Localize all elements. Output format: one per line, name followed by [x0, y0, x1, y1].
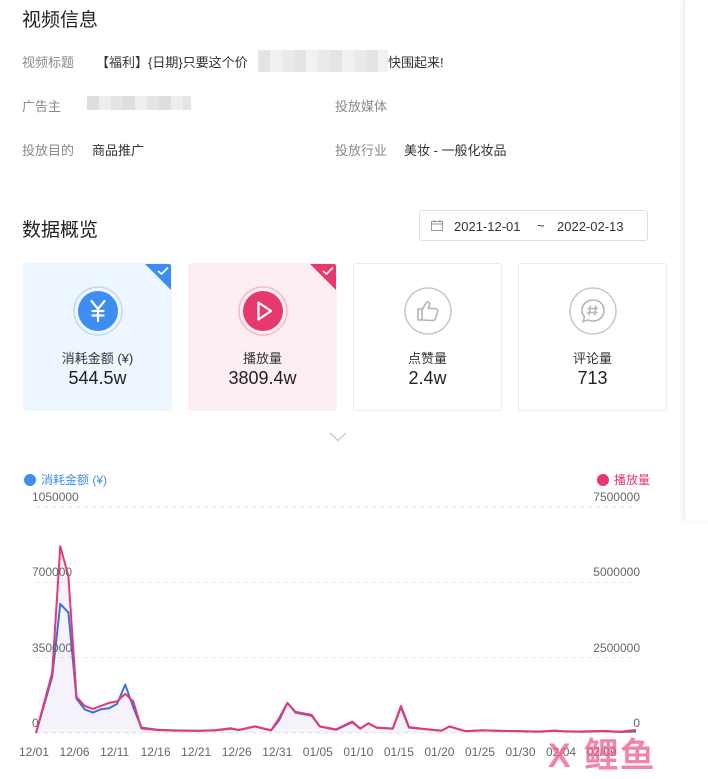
metric-label: 点赞量: [407, 351, 447, 366]
legend-spend: 消耗金额 (¥): [24, 471, 107, 488]
legend-plays-label: 播放量: [614, 473, 651, 487]
x-tick-label: 12/21: [181, 745, 212, 759]
metric-card-spend[interactable]: 消耗金额 (¥) 544.5w: [23, 263, 172, 411]
x-tick-label: 01/20: [424, 745, 455, 759]
x-tick-label: 01/15: [383, 745, 414, 759]
series-line-plays: [35, 545, 637, 734]
metric-label: 播放量: [242, 351, 282, 366]
check-icon: [322, 266, 334, 276]
redacted-advertiser-blur: [87, 96, 191, 110]
yuan-icon: [72, 286, 123, 336]
metric-card-likes[interactable]: 点赞量 2.4w: [353, 263, 502, 411]
metric-card-comments[interactable]: 评论量 713: [518, 263, 667, 411]
video-info-title: 视频信息: [22, 10, 99, 31]
comment-icon: [568, 287, 617, 335]
x-tick-label: 12/06: [59, 745, 90, 759]
side-panel-edge: [684, 0, 708, 521]
legend-spend-label: 消耗金额 (¥): [41, 473, 108, 487]
x-tick-label: 01/05: [302, 745, 333, 759]
x-tick-label: 01/25: [464, 745, 495, 759]
metric-value: 544.5w: [68, 368, 127, 388]
metric-label: 评论量: [572, 351, 612, 366]
series-area: [36, 546, 636, 733]
purpose-value: 商品推广: [92, 143, 145, 158]
metric-value: 2.4w: [408, 368, 447, 388]
play-icon: [597, 474, 609, 486]
selected-corner: [145, 264, 171, 290]
x-tick-label: 01/30: [505, 745, 536, 759]
calendar-icon: [431, 220, 443, 231]
date-start[interactable]: 2021-12-01: [454, 219, 521, 234]
video-title-prefix: 【福利】{日期}只要这个价: [96, 55, 248, 70]
advertiser-label: 广告主: [22, 99, 62, 114]
industry-value: 美妆 - 一般化妆品: [404, 143, 507, 158]
date-end[interactable]: 2022-02-13: [557, 219, 624, 234]
metric-value: 3809.4w: [228, 368, 297, 388]
series-line-spend: [35, 602, 637, 734]
check-icon: [157, 266, 169, 276]
y-right-tick-label: 5000000: [593, 565, 640, 580]
x-tick-label: 12/26: [221, 745, 252, 759]
watermark: X 鲤鱼: [548, 737, 657, 775]
y-right-tick-label: 7500000: [593, 490, 640, 504]
x-tick-label: 12/01: [19, 745, 50, 759]
y-right-tick-label: 2500000: [593, 640, 640, 655]
date-separator: ~: [537, 218, 545, 233]
legend-plays: 播放量: [597, 471, 650, 488]
y-left-tick-label: 700000: [32, 565, 73, 580]
thumbs-up-icon: [403, 287, 452, 335]
redacted-title-blur: [258, 50, 388, 72]
x-tick-label: 12/16: [140, 745, 171, 759]
y-left-tick-label: 1050000: [32, 490, 79, 504]
x-tick-label: 12/11: [100, 745, 130, 759]
play-icon: [237, 286, 288, 336]
metric-label: 消耗金额 (¥): [61, 351, 134, 366]
metric-card-plays[interactable]: 播放量 3809.4w: [188, 263, 337, 411]
selected-corner: [310, 264, 336, 290]
media-label: 投放媒体: [335, 99, 388, 114]
x-tick-label: 12/31: [262, 745, 293, 759]
purpose-label: 投放目的: [22, 143, 75, 158]
date-range-picker[interactable]: 2021-12-01 ~ 2022-02-13: [419, 210, 648, 241]
y-left-tick-label: 0: [32, 716, 39, 730]
expand-chevron-icon[interactable]: [329, 432, 347, 442]
x-tick-label: 01/10: [343, 745, 374, 759]
y-left-tick-label: 350000: [32, 640, 73, 655]
video-title-label: 视频标题: [22, 55, 75, 70]
metric-value: 713: [577, 368, 608, 388]
industry-label: 投放行业: [335, 143, 388, 158]
yuan-icon: [24, 474, 36, 486]
video-title-suffix: 快围起来!: [388, 55, 444, 70]
overview-title: 数据概览: [22, 220, 99, 241]
